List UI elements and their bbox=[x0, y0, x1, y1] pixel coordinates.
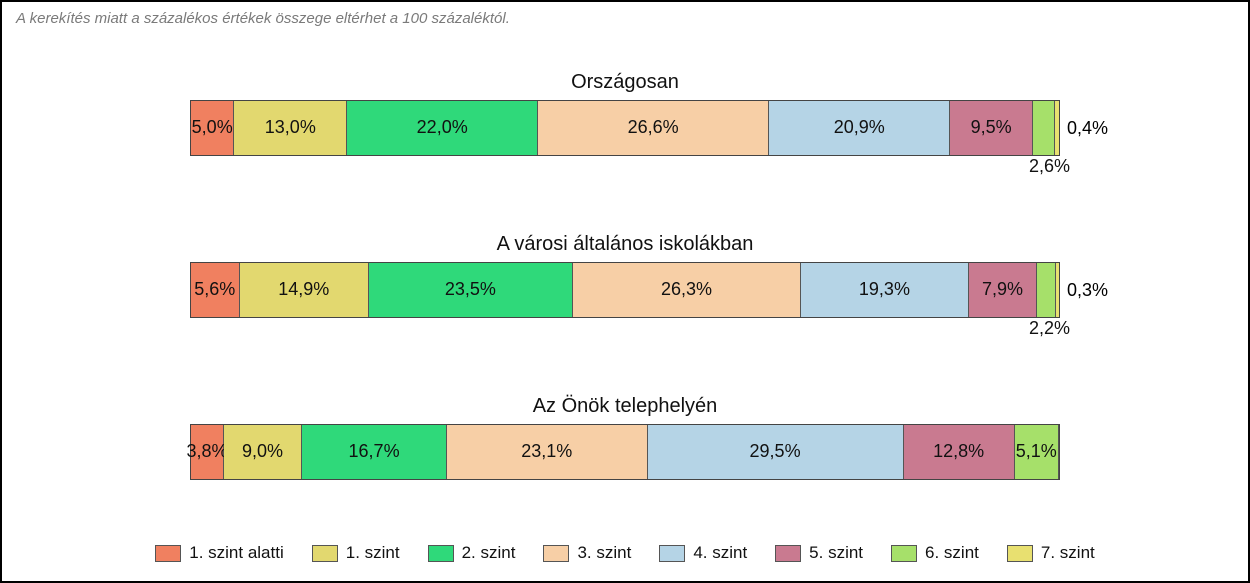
ext-label-level-6: 2,2% bbox=[1029, 318, 1070, 339]
seg-level-4: 19,3% bbox=[801, 263, 969, 317]
seg-level-6: 5,1% bbox=[1015, 425, 1059, 479]
swatch-icon bbox=[428, 545, 454, 562]
seg-level-5: 7,9% bbox=[969, 263, 1038, 317]
legend-item: 6. szint bbox=[891, 543, 979, 563]
swatch-icon bbox=[155, 545, 181, 562]
legend-label: 5. szint bbox=[809, 543, 863, 563]
charts-area: Országosan 5,0% 13,0% 22,0% 26,6% 20,9% … bbox=[16, 33, 1234, 529]
below-labels: 2,2% bbox=[190, 318, 1060, 340]
seg-level-3: 26,3% bbox=[573, 263, 801, 317]
swatch-icon bbox=[659, 545, 685, 562]
stacked-bar: 5,0% 13,0% 22,0% 26,6% 20,9% 9,5% bbox=[190, 100, 1060, 156]
seg-level-below-1: 5,6% bbox=[191, 263, 240, 317]
legend-label: 6. szint bbox=[925, 543, 979, 563]
seg-level-4: 20,9% bbox=[769, 101, 950, 155]
rounding-note: A kerekítés miatt a százalékos értékek ö… bbox=[16, 10, 1234, 27]
swatch-icon bbox=[1007, 545, 1033, 562]
seg-level-2: 22,0% bbox=[347, 101, 538, 155]
seg-level-5: 9,5% bbox=[950, 101, 1032, 155]
ext-label-level-7: 0,4% bbox=[1067, 118, 1108, 139]
ext-label-level-7: 0,3% bbox=[1067, 280, 1108, 301]
seg-level-1: 13,0% bbox=[234, 101, 347, 155]
seg-level-1: 9,0% bbox=[224, 425, 302, 479]
below-labels: 2,6% bbox=[190, 156, 1060, 178]
legend-item: 7. szint bbox=[1007, 543, 1095, 563]
legend-label: 4. szint bbox=[693, 543, 747, 563]
seg-level-3: 23,1% bbox=[447, 425, 648, 479]
legend-label: 1. szint bbox=[346, 543, 400, 563]
chart-frame: A kerekítés miatt a százalékos értékek ö… bbox=[0, 0, 1250, 583]
legend-item: 5. szint bbox=[775, 543, 863, 563]
swatch-icon bbox=[312, 545, 338, 562]
group-varosi: A városi általános iskolákban 5,6% 14,9%… bbox=[16, 233, 1234, 340]
seg-level-4: 29,5% bbox=[648, 425, 904, 479]
seg-level-below-1: 5,0% bbox=[191, 101, 234, 155]
swatch-icon bbox=[543, 545, 569, 562]
seg-level-2: 16,7% bbox=[302, 425, 447, 479]
ext-label-level-6: 2,6% bbox=[1029, 156, 1070, 177]
legend-item: 4. szint bbox=[659, 543, 747, 563]
legend-label: 3. szint bbox=[577, 543, 631, 563]
legend-label: 2. szint bbox=[462, 543, 516, 563]
seg-level-2: 23,5% bbox=[369, 263, 573, 317]
swatch-icon bbox=[775, 545, 801, 562]
seg-level-below-1: 3,8% bbox=[191, 425, 224, 479]
group-title: A városi általános iskolákban bbox=[497, 233, 754, 256]
seg-level-6 bbox=[1033, 101, 1056, 155]
group-title: Országosan bbox=[571, 71, 679, 94]
legend-item: 3. szint bbox=[543, 543, 631, 563]
swatch-icon bbox=[891, 545, 917, 562]
legend-item: 1. szint alatti bbox=[155, 543, 284, 563]
seg-level-7 bbox=[1055, 101, 1058, 155]
legend-label: 7. szint bbox=[1041, 543, 1095, 563]
stacked-bar: 5,6% 14,9% 23,5% 26,3% 19,3% 7,9% bbox=[190, 262, 1060, 318]
seg-level-6 bbox=[1037, 263, 1056, 317]
group-telephely: Az Önök telephelyén 3,8% 9,0% 16,7% 23,1… bbox=[16, 395, 1234, 502]
seg-level-7 bbox=[1056, 263, 1059, 317]
stacked-bar: 3,8% 9,0% 16,7% 23,1% 29,5% 12,8% 5,1% bbox=[190, 424, 1060, 480]
seg-level-5: 12,8% bbox=[904, 425, 1015, 479]
seg-level-3: 26,6% bbox=[538, 101, 769, 155]
legend: 1. szint alatti 1. szint 2. szint 3. szi… bbox=[16, 529, 1234, 569]
below-labels bbox=[190, 480, 1060, 502]
legend-item: 2. szint bbox=[428, 543, 516, 563]
group-orszagosan: Országosan 5,0% 13,0% 22,0% 26,6% 20,9% … bbox=[16, 71, 1234, 178]
group-title: Az Önök telephelyén bbox=[533, 395, 718, 418]
seg-level-1: 14,9% bbox=[240, 263, 369, 317]
legend-label: 1. szint alatti bbox=[189, 543, 284, 563]
legend-item: 1. szint bbox=[312, 543, 400, 563]
